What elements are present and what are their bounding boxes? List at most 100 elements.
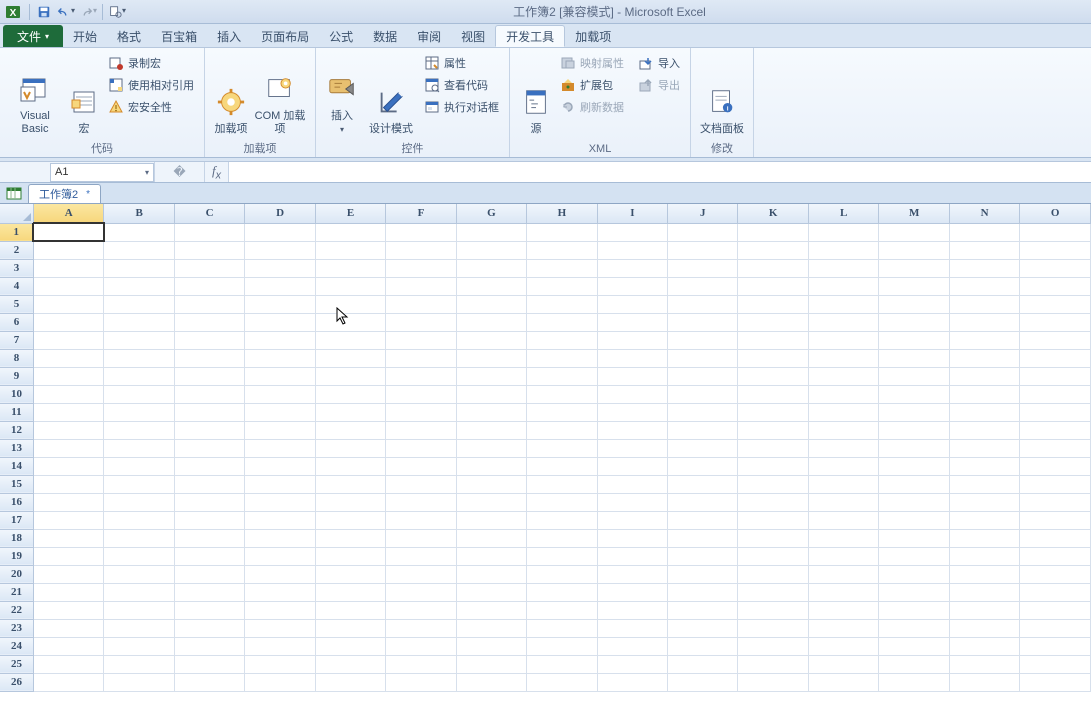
cell-L15[interactable]: [808, 475, 878, 493]
cell-M26[interactable]: [879, 673, 950, 691]
row-header-12[interactable]: 12: [0, 421, 33, 439]
cell-M6[interactable]: [879, 313, 950, 331]
cell-B19[interactable]: [104, 547, 174, 565]
row-header-18[interactable]: 18: [0, 529, 33, 547]
cell-H12[interactable]: [527, 421, 597, 439]
cell-K5[interactable]: [738, 295, 808, 313]
cell-L1[interactable]: [808, 223, 878, 241]
cell-M12[interactable]: [879, 421, 950, 439]
cell-O26[interactable]: [1020, 673, 1091, 691]
cell-A24[interactable]: [33, 637, 103, 655]
cell-C22[interactable]: [174, 601, 244, 619]
cell-G16[interactable]: [456, 493, 526, 511]
cell-B13[interactable]: [104, 439, 174, 457]
cell-A25[interactable]: [33, 655, 103, 673]
file-tab[interactable]: 文件▾: [3, 25, 63, 47]
cell-N23[interactable]: [949, 619, 1019, 637]
cell-J10[interactable]: [668, 385, 738, 403]
cell-G1[interactable]: [456, 223, 526, 241]
cell-D4[interactable]: [245, 277, 315, 295]
cell-G15[interactable]: [456, 475, 526, 493]
row-header-17[interactable]: 17: [0, 511, 33, 529]
cell-C1[interactable]: [174, 223, 244, 241]
cell-C11[interactable]: [174, 403, 244, 421]
cell-M9[interactable]: [879, 367, 950, 385]
cell-A6[interactable]: [33, 313, 103, 331]
cell-O7[interactable]: [1020, 331, 1091, 349]
cell-B10[interactable]: [104, 385, 174, 403]
cell-I13[interactable]: [597, 439, 667, 457]
cell-G7[interactable]: [456, 331, 526, 349]
refresh-data-button[interactable]: 刷新数据: [556, 96, 628, 118]
formula-input[interactable]: [229, 162, 1091, 182]
cell-H24[interactable]: [527, 637, 597, 655]
cell-D12[interactable]: [245, 421, 315, 439]
cell-F19[interactable]: [386, 547, 456, 565]
tab-数据[interactable]: 数据: [363, 25, 407, 47]
cell-J19[interactable]: [668, 547, 738, 565]
cell-G19[interactable]: [456, 547, 526, 565]
cell-O2[interactable]: [1020, 241, 1091, 259]
cell-J7[interactable]: [668, 331, 738, 349]
visual-basic-button[interactable]: Visual Basic: [6, 52, 64, 138]
cell-A17[interactable]: [33, 511, 103, 529]
view-code-button[interactable]: 查看代码: [420, 74, 503, 96]
cell-J3[interactable]: [668, 259, 738, 277]
cell-M11[interactable]: [879, 403, 950, 421]
cell-B11[interactable]: [104, 403, 174, 421]
cell-N14[interactable]: [949, 457, 1019, 475]
row-header-19[interactable]: 19: [0, 547, 33, 565]
cell-J24[interactable]: [668, 637, 738, 655]
cell-A20[interactable]: [33, 565, 103, 583]
cell-L8[interactable]: [808, 349, 878, 367]
cell-K8[interactable]: [738, 349, 808, 367]
cell-E24[interactable]: [315, 637, 385, 655]
cell-D19[interactable]: [245, 547, 315, 565]
cell-I1[interactable]: [597, 223, 667, 241]
cell-I8[interactable]: [597, 349, 667, 367]
cell-J18[interactable]: [668, 529, 738, 547]
cell-A18[interactable]: [33, 529, 103, 547]
cell-E1[interactable]: [315, 223, 385, 241]
cell-K18[interactable]: [738, 529, 808, 547]
row-header-20[interactable]: 20: [0, 565, 33, 583]
cell-M14[interactable]: [879, 457, 950, 475]
cell-F4[interactable]: [386, 277, 456, 295]
cell-H20[interactable]: [527, 565, 597, 583]
cell-L20[interactable]: [808, 565, 878, 583]
cell-O19[interactable]: [1020, 547, 1091, 565]
cell-B5[interactable]: [104, 295, 174, 313]
cell-N11[interactable]: [949, 403, 1019, 421]
cell-L7[interactable]: [808, 331, 878, 349]
properties-button[interactable]: 属性: [420, 52, 503, 74]
cell-H25[interactable]: [527, 655, 597, 673]
cell-A21[interactable]: [33, 583, 103, 601]
cell-F2[interactable]: [386, 241, 456, 259]
cell-F16[interactable]: [386, 493, 456, 511]
cell-O20[interactable]: [1020, 565, 1091, 583]
cell-C26[interactable]: [174, 673, 244, 691]
cell-M2[interactable]: [879, 241, 950, 259]
xml-source-button[interactable]: 源: [516, 52, 556, 138]
row-header-10[interactable]: 10: [0, 385, 33, 403]
cell-H26[interactable]: [527, 673, 597, 691]
cell-I5[interactable]: [597, 295, 667, 313]
cell-O18[interactable]: [1020, 529, 1091, 547]
cell-O22[interactable]: [1020, 601, 1091, 619]
row-header-4[interactable]: 4: [0, 277, 33, 295]
col-header-O[interactable]: O: [1020, 204, 1091, 223]
cell-D6[interactable]: [245, 313, 315, 331]
cell-A13[interactable]: [33, 439, 103, 457]
cancel-formula-button[interactable]: �⁣: [155, 162, 205, 182]
import-button[interactable]: 导入: [634, 52, 684, 74]
row-header-23[interactable]: 23: [0, 619, 33, 637]
cell-L12[interactable]: [808, 421, 878, 439]
cell-E10[interactable]: [315, 385, 385, 403]
cell-G12[interactable]: [456, 421, 526, 439]
cell-A10[interactable]: [33, 385, 103, 403]
cell-M5[interactable]: [879, 295, 950, 313]
addins-button[interactable]: 加载项: [211, 52, 251, 138]
row-header-1[interactable]: 1: [0, 223, 33, 241]
row-header-26[interactable]: 26: [0, 673, 33, 691]
cell-C7[interactable]: [174, 331, 244, 349]
